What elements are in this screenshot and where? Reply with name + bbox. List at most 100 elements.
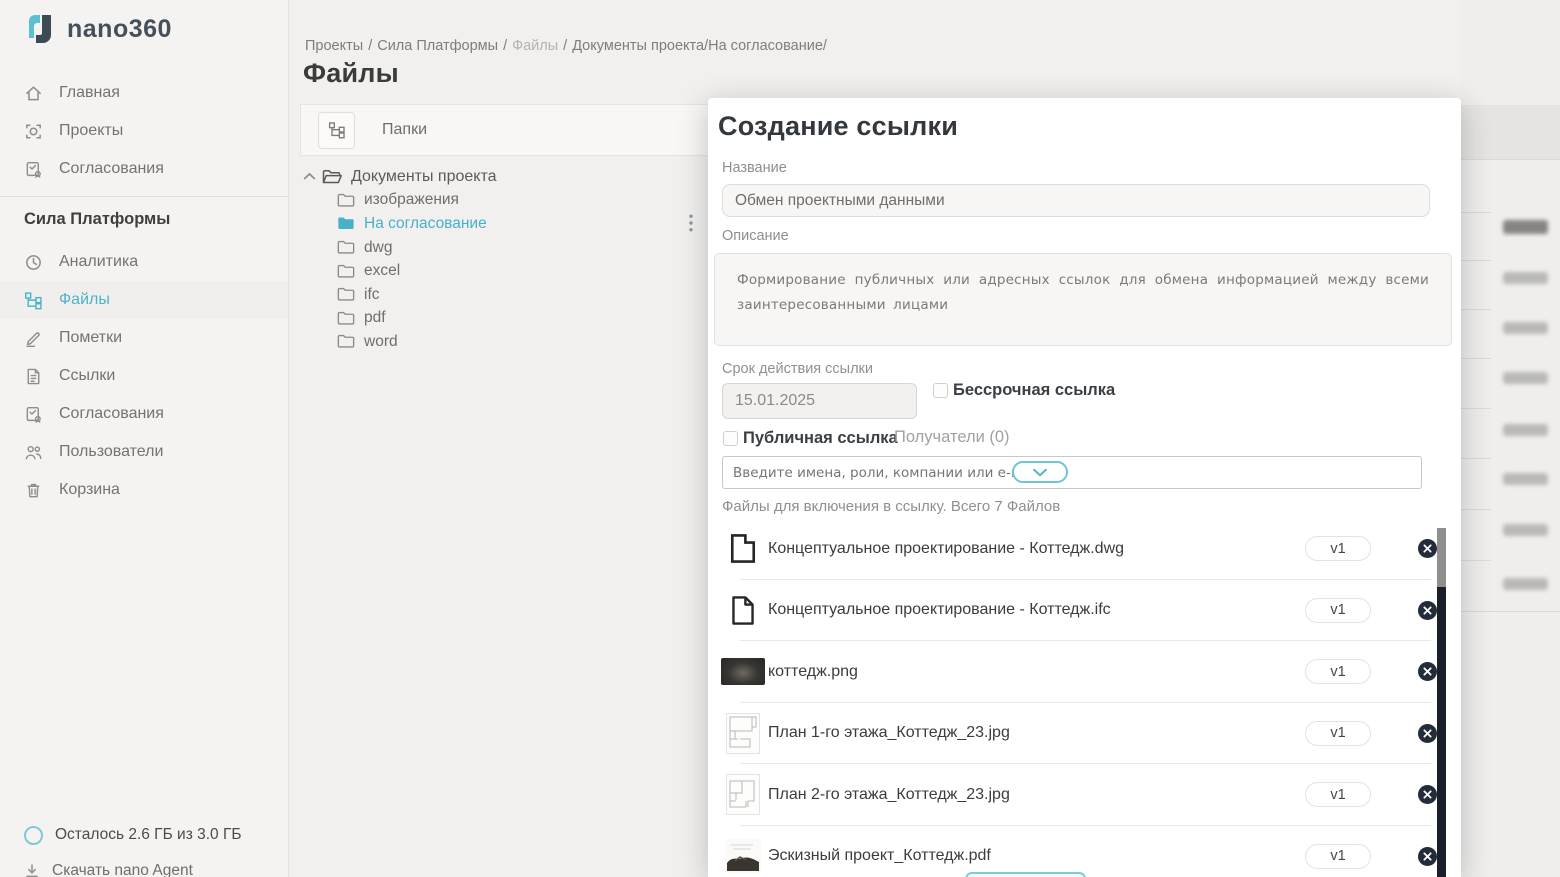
sidebar-item-notes[interactable]: Пометки (0, 319, 288, 357)
file-name: План 1-го этажа_Коттедж_23.jpg (768, 724, 1305, 742)
page-title: Файлы (303, 58, 399, 89)
sidebar-item-files[interactable]: Файлы (0, 281, 288, 319)
name-label: Название (722, 160, 787, 176)
sidebar: nano360 Главная Проекты Согласования (0, 0, 289, 877)
document-check-icon (24, 405, 43, 424)
version-badge[interactable]: v1 (1305, 782, 1371, 807)
sidebar-item-approvals-project[interactable]: Согласования (0, 395, 288, 433)
file-icon (24, 367, 43, 386)
file-name: Эскизный проект_Коттедж.pdf (768, 847, 1305, 865)
remove-file-button[interactable] (1418, 847, 1437, 866)
tree-item-word[interactable]: word (300, 330, 720, 354)
background-table-header (1461, 105, 1560, 160)
sidebar-item-links[interactable]: Ссылки (0, 357, 288, 395)
sidebar-item-analytics[interactable]: Аналитика (0, 243, 288, 281)
tree-item-label: изображения (364, 191, 459, 209)
remove-file-button[interactable] (1418, 539, 1437, 558)
file-row: План 2-го этажа_Коттедж_23.jpg v1 (718, 764, 1437, 826)
breadcrumb-segment[interactable]: Файлы (512, 38, 558, 54)
app-root: nano360 Главная Проекты Согласования (0, 0, 1560, 877)
breadcrumb-segment[interactable]: Сила Платформы (377, 38, 498, 54)
sidebar-item-approvals[interactable]: Согласования (0, 150, 288, 188)
sidebar-item-projects[interactable]: Проекты (0, 112, 288, 150)
tree-item-label: word (364, 333, 398, 351)
sidebar-item-label: Проекты (59, 122, 123, 140)
version-badge[interactable]: v1 (1305, 844, 1371, 869)
file-row: Концептуальное проектирование - Коттедж.… (718, 580, 1437, 642)
remove-file-button[interactable] (1418, 601, 1437, 620)
sidebar-item-trash[interactable]: Корзина (0, 471, 288, 509)
remove-file-button[interactable] (1418, 724, 1437, 743)
kebab-menu-icon[interactable] (688, 214, 694, 232)
breadcrumb-segment[interactable]: Документы проекта/На согласование/ (572, 38, 827, 54)
folder-icon (337, 311, 355, 326)
background-table-strip (1461, 0, 1560, 877)
chevron-up-icon[interactable] (303, 172, 316, 181)
tree-item-na-soglasovanie[interactable]: На согласование (300, 212, 720, 236)
sidebar-divider (0, 196, 288, 197)
scrollbar-thumb[interactable] (1437, 587, 1446, 877)
remove-file-button[interactable] (1418, 662, 1437, 681)
file-row: Эскизный проект_Коттедж.pdf v1 (718, 826, 1437, 877)
tree-item-ifc[interactable]: ifc (300, 283, 720, 307)
breadcrumb-separator: / (563, 38, 567, 54)
download-text: Скачать nano Agent (52, 862, 193, 877)
breadcrumb: Проекты/Сила Платформы/Файлы/Документы п… (305, 38, 827, 54)
sidebar-item-label: Пометки (59, 329, 122, 347)
recipients-dropdown-button[interactable] (1012, 461, 1068, 483)
folder-filled-icon (337, 216, 355, 231)
version-badge[interactable]: v1 (1305, 536, 1371, 561)
sidebar-item-label: Пользователи (59, 443, 163, 461)
projects-icon (24, 122, 43, 141)
chevron-down-icon (1032, 468, 1048, 477)
folder-icon (337, 334, 355, 349)
expiry-date-input[interactable] (722, 383, 917, 419)
recipients-search-input[interactable] (722, 456, 1422, 489)
version-badge[interactable]: v1 (1305, 721, 1371, 746)
name-input[interactable] (722, 184, 1430, 217)
description-label: Описание (722, 228, 789, 244)
version-badge[interactable]: v1 (1305, 659, 1371, 684)
sidebar-item-users[interactable]: Пользователи (0, 433, 288, 471)
file-row: План 1-го этажа_Коттедж_23.jpg v1 (718, 703, 1437, 765)
open-folder-icon (322, 169, 342, 185)
folder-icon (337, 193, 355, 208)
users-icon (24, 443, 43, 462)
download-agent-link[interactable]: Скачать nano Agent (0, 856, 336, 877)
version-badge[interactable]: v1 (1305, 598, 1371, 623)
breadcrumb-segment[interactable]: Проекты (305, 38, 363, 54)
close-icon (1423, 667, 1432, 676)
image-thumbnail (718, 658, 768, 685)
tree-item-dwg[interactable]: dwg (300, 236, 720, 260)
pencil-icon (24, 329, 43, 348)
tree-item-images[interactable]: изображения (300, 189, 720, 213)
close-icon (1423, 852, 1432, 861)
files-scrollbar[interactable] (1437, 528, 1446, 877)
modal-action-button-partial[interactable] (965, 872, 1086, 877)
tree-item-pdf[interactable]: pdf (300, 307, 720, 331)
floorplan-thumbnail (718, 774, 768, 815)
floorplan-thumbnail (718, 713, 768, 754)
public-link-checkbox[interactable] (723, 431, 738, 446)
tree-item-label: excel (364, 262, 400, 280)
recipients-count-label: Получатели (0) (894, 428, 1010, 447)
ifc-file-icon (718, 595, 768, 626)
app-logo[interactable]: nano360 (24, 12, 172, 46)
sidebar-item-label: Аналитика (59, 253, 138, 271)
sidebar-project-title: Сила Платформы (24, 210, 170, 229)
files-list: Концептуальное проектирование - Коттедж.… (718, 518, 1437, 877)
sketch-thumbnail (718, 839, 768, 873)
create-link-modal: Создание ссылки Название Описание Формир… (708, 98, 1461, 877)
tree-item-excel[interactable]: excel (300, 259, 720, 283)
nano360-logo-icon (24, 12, 58, 46)
file-name: коттедж.png (768, 663, 1305, 681)
sidebar-item-home[interactable]: Главная (0, 74, 288, 112)
tree-root-project-documents[interactable]: Документы проекта (300, 165, 720, 189)
remove-file-button[interactable] (1418, 785, 1437, 804)
perpetual-link-checkbox[interactable] (933, 383, 948, 398)
sidebar-item-label: Главная (59, 84, 120, 102)
download-icon (24, 863, 40, 877)
folder-tree-toggle-button[interactable] (318, 112, 355, 149)
description-textarea[interactable]: Формирование публичных или адресных ссыл… (714, 253, 1452, 346)
sidebar-item-label: Согласования (59, 405, 164, 423)
